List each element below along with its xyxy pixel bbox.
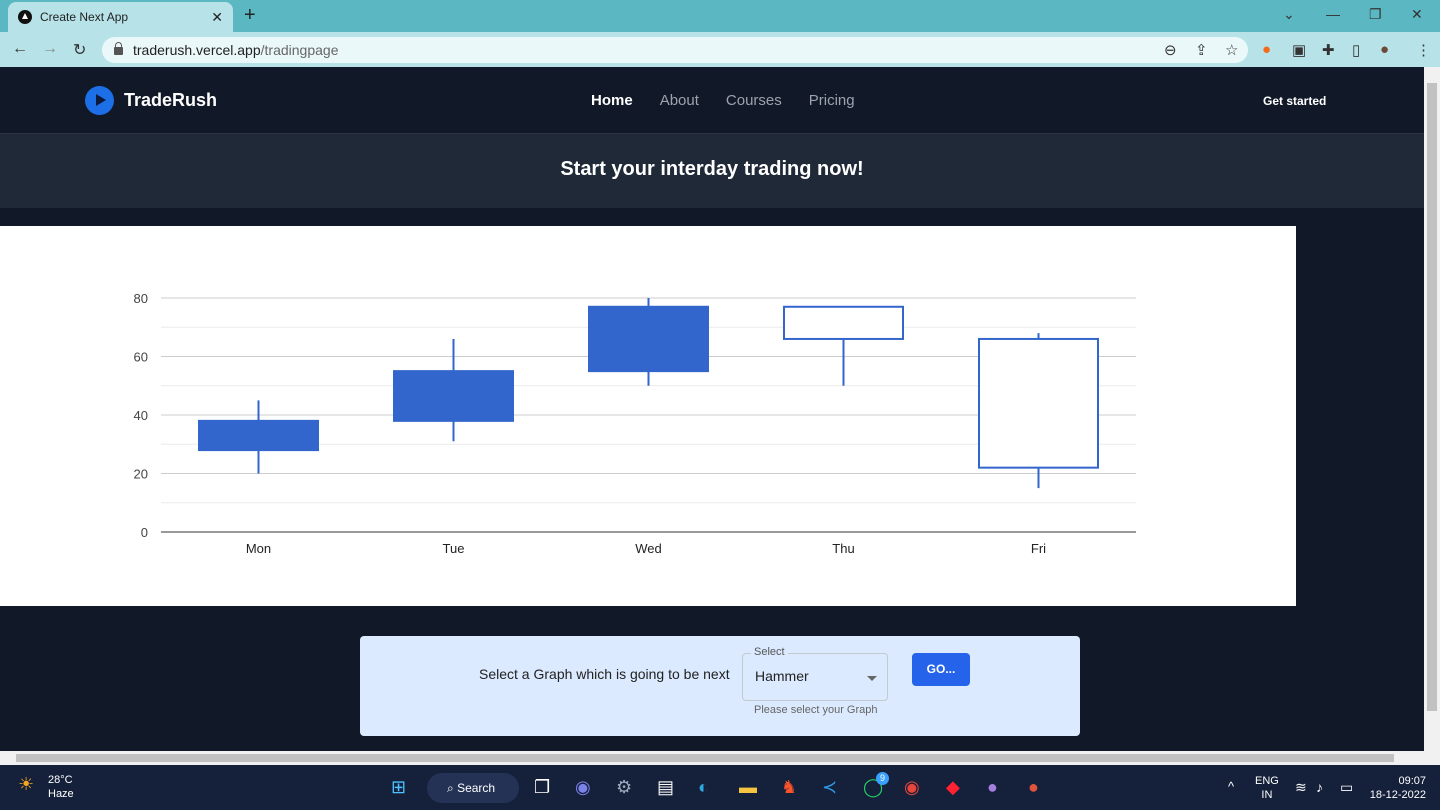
graph-select[interactable]: Select Hammer <box>742 646 888 701</box>
bookmark-star-icon[interactable]: ☆ <box>1225 41 1238 59</box>
brave-icon[interactable]: ♞ <box>781 777 797 798</box>
hero-title: Start your interday trading now! <box>0 134 1424 208</box>
url-text: traderush.vercel.app/tradingpage <box>133 41 338 59</box>
tray-chevron-icon[interactable]: ^ <box>1228 779 1234 794</box>
go-button[interactable]: GO... <box>912 653 970 686</box>
forward-icon[interactable]: → <box>42 40 58 58</box>
minimize-icon[interactable]: — <box>1326 6 1340 22</box>
time: 09:07 <box>1398 775 1426 787</box>
language-indicator[interactable]: ENG IN <box>1255 774 1279 802</box>
y-tick-label: 60 <box>134 350 148 365</box>
form-prompt: Select a Graph which is going to be next <box>479 666 730 682</box>
clock[interactable]: 09:07 18-12-2022 <box>1368 774 1426 802</box>
select-label: Select <box>751 646 788 658</box>
logo-play-icon <box>85 86 114 115</box>
powerpoint-icon[interactable]: ● <box>1028 777 1039 798</box>
taskbar: ☀ 28°C Haze ⊞ ⌕ Search ❐ ◉ ⚙ ▤ ◐ ▬ ♞ ≺ ◯ … <box>0 765 1440 810</box>
address-bar-area: ← → ↻ traderush.vercel.app/tradingpage ⊖… <box>0 32 1440 67</box>
chrome-icon[interactable]: ◉ <box>904 777 920 798</box>
x-tick-label: Tue <box>443 541 465 556</box>
y-tick-label: 40 <box>134 408 148 423</box>
candle-body <box>978 337 1099 469</box>
search-label: Search <box>457 781 496 795</box>
wifi-icon[interactable]: ≋ <box>1295 779 1307 796</box>
windows-start-icon[interactable]: ⊞ <box>391 777 406 798</box>
settings-gear-icon[interactable]: ⚙ <box>616 777 632 798</box>
vscode-icon[interactable]: ≺ <box>822 777 837 798</box>
page: TradeRush Home About Courses Pricing Get… <box>0 67 1424 751</box>
x-tick-label: Fri <box>1031 541 1046 556</box>
select-value: Hammer <box>755 668 809 684</box>
y-tick-label: 20 <box>134 467 148 482</box>
battery-icon[interactable]: ▭ <box>1340 779 1353 796</box>
browser-tab[interactable]: Create Next App ✕ <box>8 2 233 32</box>
whatsapp-badge: 9 <box>876 772 889 785</box>
lock-icon <box>114 42 123 55</box>
file-explorer-icon[interactable]: ▬ <box>739 777 757 798</box>
task-view-icon[interactable]: ❐ <box>534 777 550 798</box>
candle-body <box>588 305 709 373</box>
candle-body <box>783 305 904 340</box>
profile-avatar[interactable]: ● <box>1380 41 1389 58</box>
x-tick-label: Mon <box>246 541 271 556</box>
new-tab-icon[interactable]: + <box>244 4 256 27</box>
side-panel-icon[interactable]: ▯ <box>1352 41 1360 59</box>
nav-home[interactable]: Home <box>591 92 633 109</box>
region-code: IN <box>1261 789 1273 801</box>
taskbar-search[interactable]: ⌕ Search <box>427 773 519 803</box>
x-tick-label: Wed <box>635 541 662 556</box>
volume-icon[interactable]: ♪ <box>1316 779 1323 795</box>
tab-title: Create Next App <box>40 10 129 24</box>
vertical-scrollbar[interactable] <box>1424 67 1440 751</box>
select-helper-text: Please select your Graph <box>754 704 878 716</box>
back-icon[interactable]: ← <box>12 40 28 58</box>
date: 18-12-2022 <box>1369 789 1426 801</box>
y-tick-label: 0 <box>141 525 148 540</box>
url-input[interactable]: traderush.vercel.app/tradingpage <box>102 37 1248 63</box>
extension-icon[interactable]: ● <box>1262 41 1271 58</box>
nav-pricing[interactable]: Pricing <box>809 92 855 109</box>
tab-search-icon[interactable]: ⌄ <box>1283 6 1295 23</box>
dropdown-arrow-icon <box>867 676 877 681</box>
zoom-icon[interactable]: ⊖ <box>1164 41 1177 59</box>
url-path: /tradingpage <box>260 42 339 58</box>
maximize-icon[interactable]: ❐ <box>1369 6 1382 23</box>
ms-store-icon[interactable]: ▤ <box>657 777 674 798</box>
nav-about[interactable]: About <box>660 92 699 109</box>
teams-chat-icon[interactable]: ◉ <box>575 777 591 798</box>
extensions-puzzle-icon[interactable]: ✚ <box>1322 41 1335 59</box>
lang-code: ENG <box>1255 775 1279 787</box>
nav-courses[interactable]: Courses <box>726 92 782 109</box>
x-tick-label: Thu <box>832 541 854 556</box>
weather-widget[interactable]: 28°C Haze <box>48 773 74 801</box>
reload-icon[interactable]: ↻ <box>73 40 86 60</box>
url-host: traderush.vercel.app <box>133 42 261 58</box>
weather-condition: Haze <box>48 788 74 800</box>
navbar: TradeRush Home About Courses Pricing Get… <box>0 67 1424 134</box>
browser-tab-bar: Create Next App ✕ + ⌄ — ❐ ✕ <box>0 0 1440 32</box>
close-tab-icon[interactable]: ✕ <box>211 9 223 26</box>
edge-icon[interactable]: ◐ <box>698 777 709 798</box>
candle-body <box>393 370 514 422</box>
search-icon: ⌕ <box>447 781 458 795</box>
menu-kebab-icon[interactable]: ⋮ <box>1416 41 1431 59</box>
brand-logo[interactable]: TradeRush <box>85 86 217 115</box>
temperature: 28°C <box>48 774 73 786</box>
git-kraken-icon[interactable]: ◆ <box>946 777 960 798</box>
tab-favicon-icon <box>18 10 32 24</box>
candle-body <box>198 419 319 452</box>
y-tick-label: 80 <box>134 291 148 306</box>
chart-svg: 0 20 40 60 80 Mon Tue Wed Thu Fri <box>134 291 1136 556</box>
horizontal-scrollbar[interactable] <box>0 751 1440 765</box>
github-icon[interactable]: ● <box>987 777 998 798</box>
graph-select-form: Select a Graph which is going to be next… <box>360 636 1080 736</box>
get-started-button[interactable]: Get started <box>1263 94 1326 108</box>
extension-screen-icon[interactable]: ▣ <box>1292 41 1306 59</box>
candlestick-chart: 0 20 40 60 80 Mon Tue Wed Thu Fri <box>0 226 1296 606</box>
share-icon[interactable]: ⇪ <box>1195 41 1208 59</box>
brand-name: TradeRush <box>124 90 218 110</box>
close-window-icon[interactable]: ✕ <box>1411 6 1423 23</box>
weather-icon: ☀ <box>18 774 35 794</box>
